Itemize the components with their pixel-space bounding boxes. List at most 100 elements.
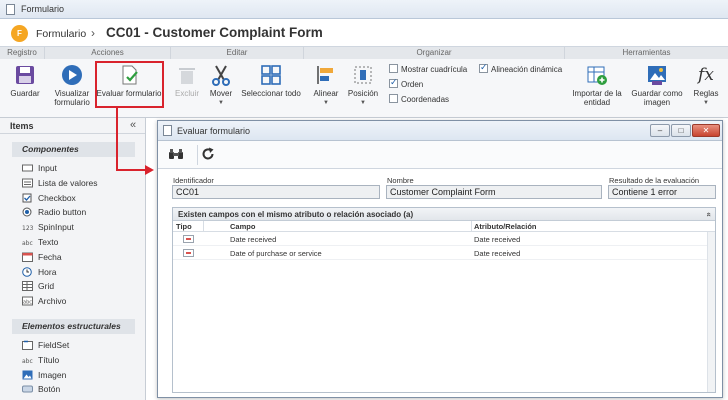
position-button[interactable]: Posición ▼ [346, 64, 380, 108]
position-icon [352, 64, 374, 86]
rules-button[interactable]: fx Reglas ▼ [692, 64, 720, 108]
group-organizar: Organizar [304, 47, 565, 59]
dialog-fields: Identificador CC01 Nombre Customer Compl… [158, 170, 722, 206]
align-icon [315, 64, 337, 86]
align-label: Alinear [313, 89, 339, 98]
result-label: Resultado de la evaluación [609, 176, 700, 185]
svg-text:abc: abc [23, 300, 32, 306]
dynamic-alignment-label: Alineación dinámica [491, 65, 563, 74]
table-row[interactable]: Date received Date received [173, 232, 715, 246]
clock-icon [22, 266, 32, 277]
order-checkbox[interactable]: Orden [389, 77, 424, 89]
item-text[interactable]: abc Texto [0, 235, 145, 250]
import-entity-button[interactable]: Importar de la entidad [570, 64, 624, 107]
item-title[interactable]: abc Título [0, 353, 145, 368]
dynamic-alignment-check-icon[interactable] [479, 62, 488, 73]
floppy-disk-icon [14, 64, 36, 86]
save-label: Guardar [10, 89, 40, 98]
column-divider [203, 221, 204, 231]
toolbar-separator [197, 145, 198, 165]
breadcrumb-formulario[interactable]: Formulario [36, 28, 86, 40]
trash-icon [176, 64, 198, 86]
show-grid-check-icon[interactable] [389, 64, 398, 73]
item-date[interactable]: Fecha [0, 250, 145, 265]
annotation-arrow-vertical [116, 108, 118, 171]
delete-label: Excluir [174, 89, 199, 98]
collapse-panel-icon[interactable]: « [130, 119, 136, 131]
import-label-2: entidad [583, 98, 611, 107]
item-image[interactable]: Imagen [0, 368, 145, 383]
name-field: Customer Complaint Form [386, 185, 602, 199]
panel-collapse-icon[interactable]: « [702, 212, 715, 216]
item-button[interactable]: Botón [0, 382, 145, 397]
radio-icon [22, 207, 32, 217]
rules-dropdown-icon: ▼ [703, 100, 709, 106]
item-checkbox[interactable]: Checkbox [0, 191, 145, 206]
position-dropdown-icon: ▼ [360, 100, 366, 106]
calendar-icon [22, 252, 33, 262]
order-label: Orden [401, 80, 424, 89]
grid-header: Tipo Campo Atributo/Relación [173, 221, 715, 232]
input-icon [22, 164, 33, 172]
column-tipo[interactable]: Tipo [176, 222, 192, 231]
show-grid-checkbox[interactable]: Mostrar cuadrícula [389, 64, 467, 74]
checkbox-icon [22, 193, 32, 203]
coordinates-checkbox[interactable]: Coordenadas [389, 94, 449, 104]
date-field-icon [183, 249, 194, 257]
column-campo[interactable]: Campo [230, 222, 255, 231]
page-header: F Formulario › CC01 - Customer Complaint… [0, 19, 728, 47]
item-radio-button[interactable]: Radio button [0, 205, 145, 220]
item-time[interactable]: Hora [0, 265, 145, 280]
file-abc-icon: abc [22, 296, 33, 306]
row-field: Date of purchase or service [230, 249, 322, 258]
title-abc-icon: abc [22, 358, 33, 365]
list-icon [22, 178, 33, 188]
evaluate-form-dialog: Evaluar formulario – □ ✕ Identificador C… [157, 120, 723, 398]
page-title: CC01 - Customer Complaint Form [106, 25, 323, 40]
import-table-icon [586, 64, 608, 86]
delete-button[interactable]: Excluir [174, 64, 200, 98]
dynamic-alignment-checkbox[interactable]: Alineación dinámica [479, 62, 563, 74]
dialog-titlebar: Evaluar formulario – □ ✕ [158, 121, 722, 141]
item-value-list[interactable]: Lista de valores [0, 176, 145, 191]
binoculars-icon[interactable] [167, 146, 185, 164]
fieldset-icon [22, 340, 33, 350]
move-label: Mover [209, 89, 233, 98]
item-grid[interactable]: Grid [0, 279, 145, 294]
svg-text:abc: abc [22, 358, 33, 365]
align-button[interactable]: Alinear ▼ [310, 64, 342, 108]
svg-text:abc: abc [22, 240, 33, 247]
group-acciones: Acciones [45, 47, 171, 59]
maximize-button[interactable]: □ [671, 124, 691, 137]
preview-label-1: Visualizar [54, 89, 90, 98]
breadcrumb-separator-icon: › [91, 26, 95, 40]
select-all-label: Seleccionar todo [241, 89, 301, 98]
coordinates-check-icon[interactable] [389, 94, 398, 103]
row-attribute: Date received [474, 235, 521, 244]
align-dropdown-icon: ▼ [323, 100, 329, 106]
document-icon [6, 4, 15, 15]
refresh-icon[interactable] [199, 146, 217, 164]
dialog-title: Evaluar formulario [177, 126, 251, 136]
save-as-image-button[interactable]: Guardar como imagen [628, 64, 686, 107]
group-editar: Editar [171, 47, 304, 59]
minimize-button[interactable]: – [650, 124, 670, 137]
save-button[interactable]: Guardar [8, 64, 42, 98]
move-button[interactable]: Mover ▼ [206, 64, 236, 108]
table-row[interactable]: Date of purchase or service Date receive… [173, 246, 715, 260]
column-divider [471, 221, 472, 231]
identifier-field: CC01 [172, 185, 380, 199]
save-image-label-1: Guardar como [631, 89, 683, 98]
dialog-document-icon [163, 125, 172, 136]
preview-form-button[interactable]: Visualizar formulario [52, 64, 92, 107]
item-fieldset[interactable]: FieldSet [0, 338, 145, 353]
column-atributo[interactable]: Atributo/Relación [474, 222, 537, 231]
duplicate-fields-panel: Existen campos con el mismo atributo o r… [172, 207, 716, 393]
text-abc-icon: abc [22, 240, 33, 247]
close-button[interactable]: ✕ [692, 124, 720, 137]
order-check-icon[interactable] [389, 77, 398, 88]
item-file[interactable]: abc Archivo [0, 294, 145, 309]
item-spininput[interactable]: 123 SpinInput [0, 220, 145, 235]
select-all-button[interactable]: Seleccionar todo [241, 64, 301, 98]
panel-scrollbar[interactable] [707, 232, 715, 392]
